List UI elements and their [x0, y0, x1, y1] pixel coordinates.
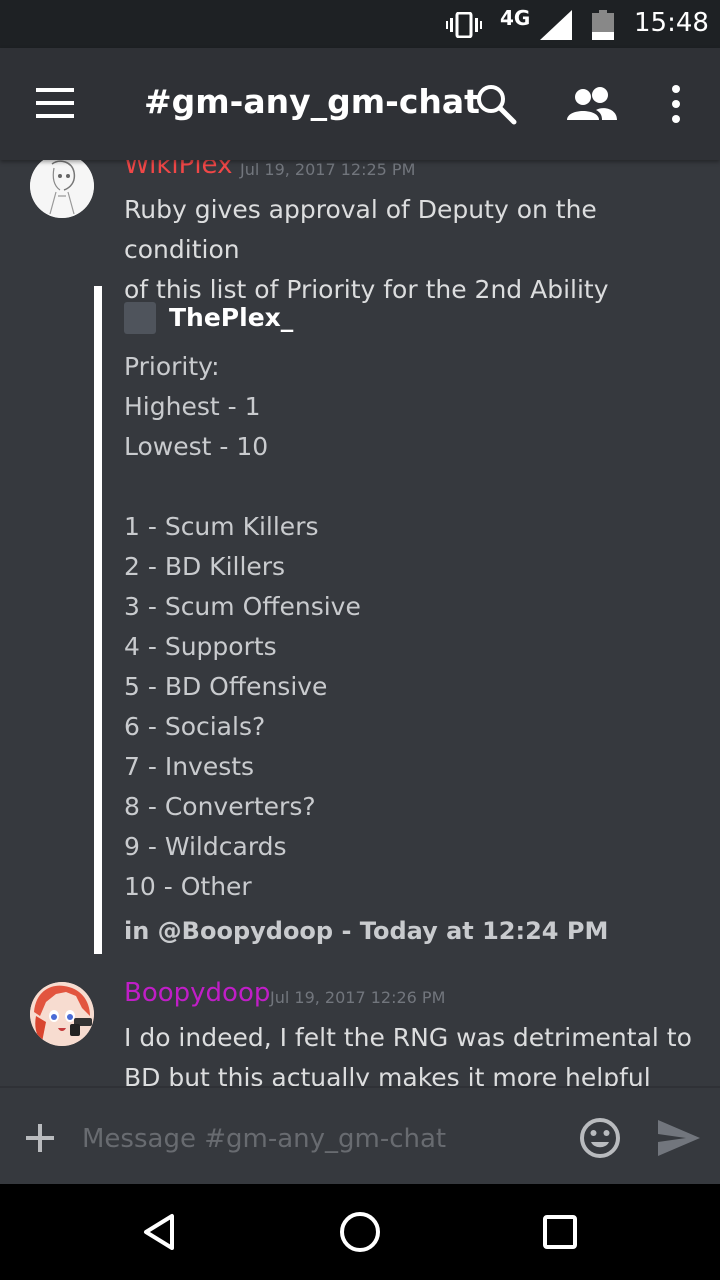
message-line: BD but this actually makes it more helpf…	[124, 1063, 651, 1086]
signal-icon	[540, 10, 572, 40]
message-input[interactable]	[80, 1118, 564, 1160]
message-timestamp: Jul 19, 2017 12:25 PM	[240, 160, 416, 179]
more-options-icon[interactable]	[664, 84, 688, 124]
back-icon[interactable]	[140, 1212, 180, 1252]
message-timestamp: Jul 19, 2017 12:26 PM	[270, 988, 446, 1007]
message-list[interactable]: WikiPlex Jul 19, 2017 12:25 PM Ruby give…	[0, 160, 720, 1086]
anime-avatar-icon	[30, 982, 94, 1046]
emoji-icon[interactable]	[578, 1116, 622, 1160]
embed-author-icon	[124, 302, 156, 334]
system-navigation-bar	[0, 1184, 720, 1280]
search-icon[interactable]	[474, 82, 518, 126]
message-author[interactable]: WikiPlex	[124, 160, 232, 180]
avatar[interactable]	[30, 982, 94, 1046]
hamburger-menu-icon[interactable]	[36, 86, 76, 120]
message-author[interactable]: Boopydoop	[124, 978, 270, 1008]
sketch-avatar-icon	[30, 160, 94, 218]
home-icon[interactable]	[338, 1210, 382, 1254]
clock: 15:48	[634, 8, 709, 38]
message-composer	[0, 1086, 720, 1186]
message-text: Ruby gives approval of Deputy on the con…	[124, 190, 720, 310]
embed-footer[interactable]: in @Boopydoop - Today at 12:24 PM	[124, 917, 608, 945]
add-attachment-icon[interactable]	[24, 1122, 56, 1154]
message-line: Ruby gives approval of Deputy on the con…	[124, 195, 597, 264]
vibrate-icon	[446, 12, 482, 38]
status-bar: 4G 15:48	[0, 0, 720, 48]
send-icon[interactable]	[656, 1118, 702, 1158]
embed-body: Priority: Highest - 1 Lowest - 10 1 - Sc…	[124, 352, 361, 901]
message-line: I do indeed, I felt the RNG was detrimen…	[124, 1023, 692, 1052]
channel-title: #gm-any_gm-chat	[144, 82, 480, 121]
embed-accent-bar	[94, 286, 102, 954]
recent-apps-icon[interactable]	[542, 1214, 578, 1250]
members-icon[interactable]	[566, 86, 618, 122]
embed-author: ThePlex_	[169, 303, 294, 332]
battery-icon	[592, 10, 614, 40]
message-text: I do indeed, I felt the RNG was detrimen…	[124, 1018, 692, 1086]
avatar[interactable]	[30, 160, 94, 218]
channel-header: #gm-any_gm-chat	[0, 48, 720, 160]
network-type: 4G	[500, 6, 531, 30]
